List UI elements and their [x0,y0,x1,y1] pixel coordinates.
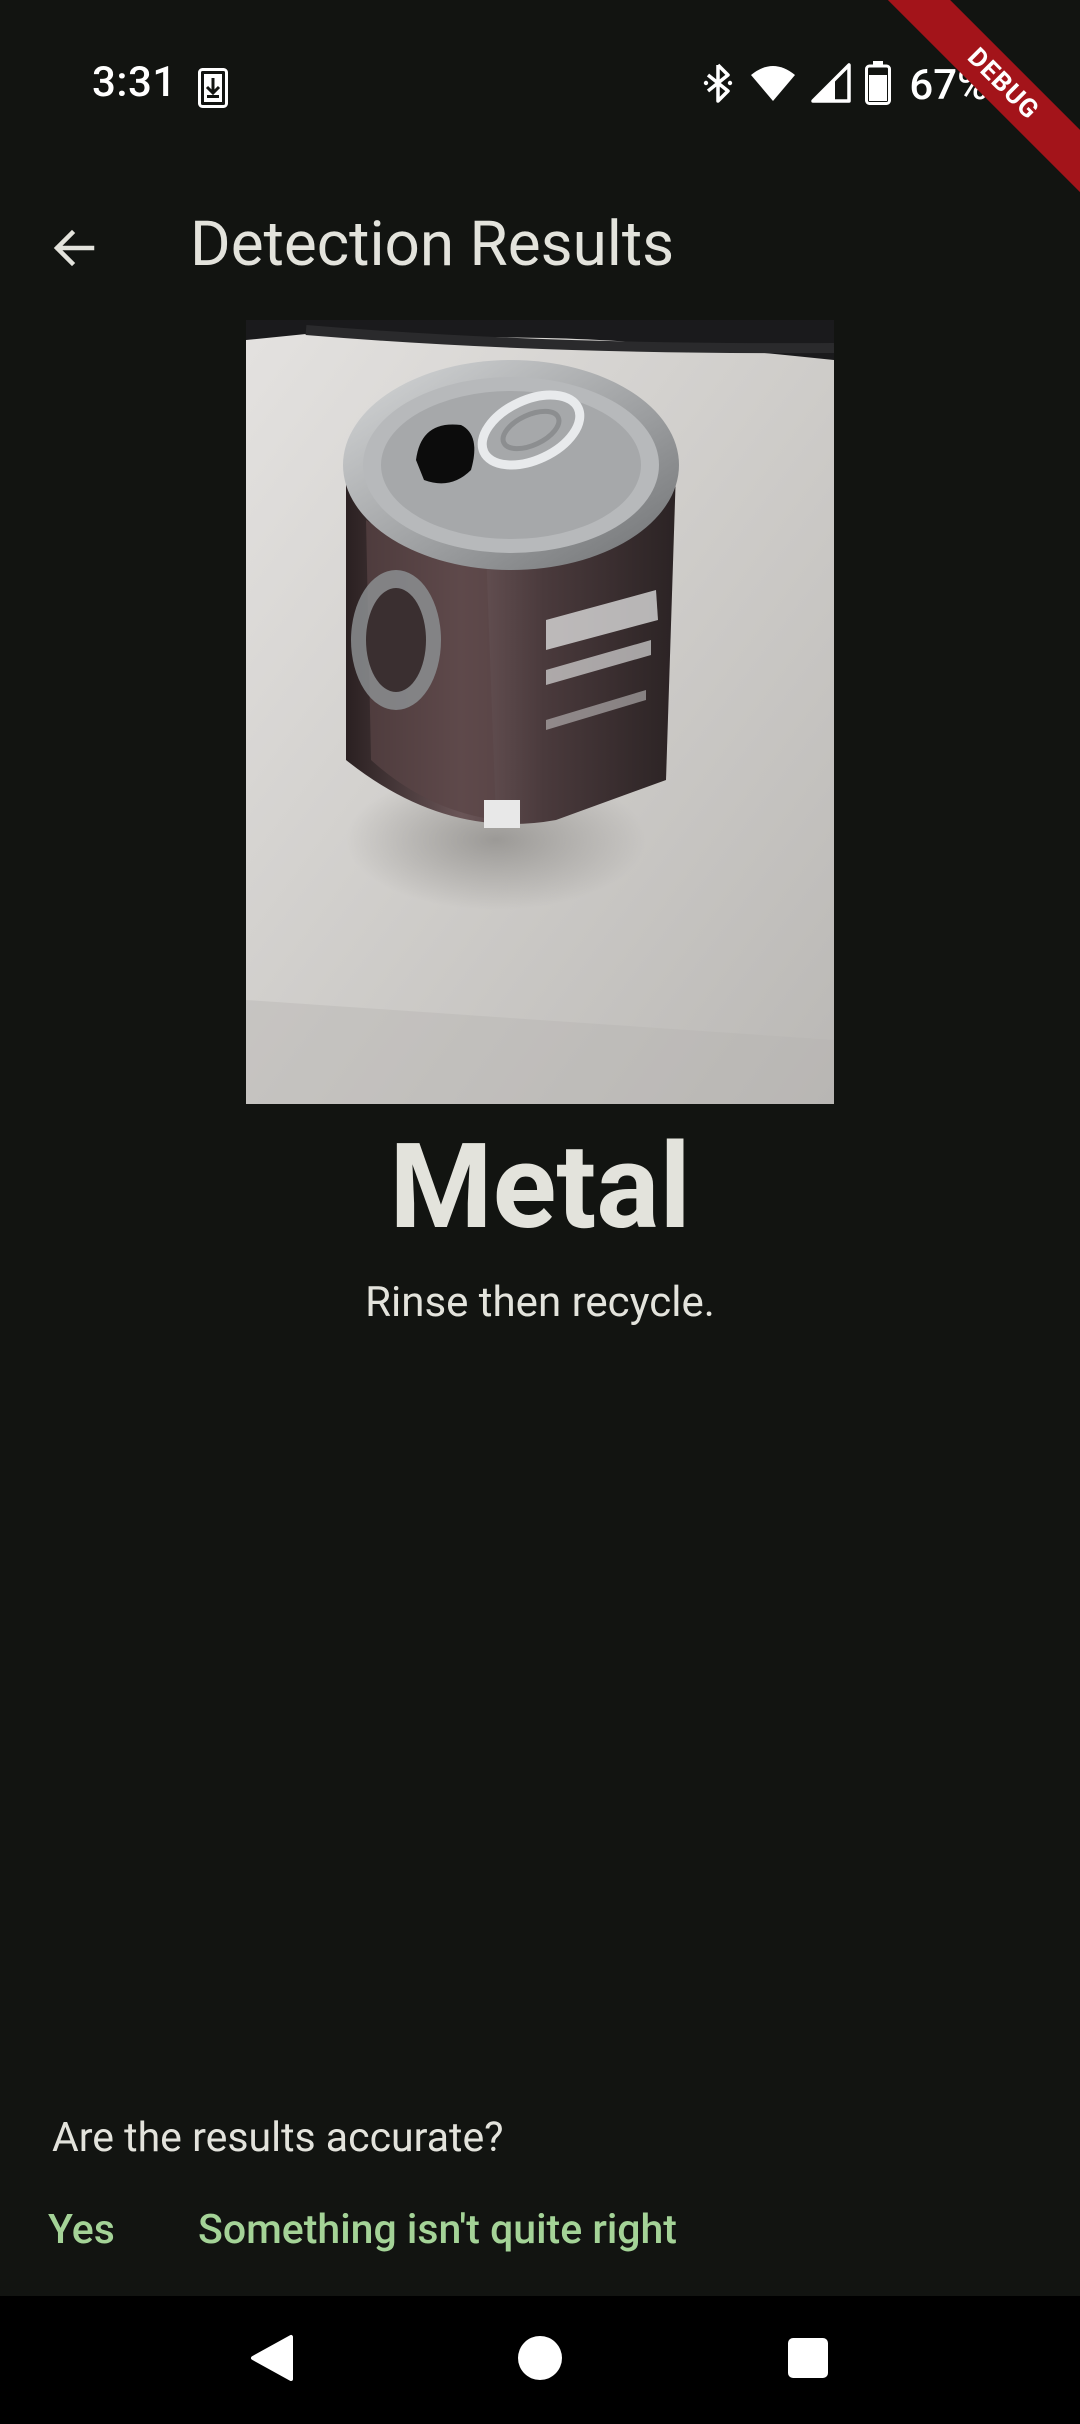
bluetooth-icon [701,61,735,109]
status-icons: 67% [701,60,988,110]
status-bar: 3:31 67% DEBUG [0,0,1080,217]
result-category: Metal [389,1118,691,1256]
detected-photo [246,320,834,1104]
system-navigation-bar [0,2296,1080,2424]
result-instruction: Rinse then recycle. [365,1278,715,1327]
status-time: 3:31 [92,58,177,107]
feedback-not-right-button[interactable]: Something isn't quite right [198,2206,677,2254]
wifi-icon [749,63,797,107]
feedback-question: Are the results accurate? [52,2114,504,2162]
nav-home-button[interactable] [510,2330,570,2390]
download-icon [198,68,228,108]
square-recents-icon [786,2336,830,2384]
arrow-back-icon [50,224,98,276]
battery-icon [865,61,892,109]
nav-recents-button[interactable] [778,2330,838,2390]
back-button[interactable] [38,214,110,286]
feedback-yes-button[interactable]: Yes [48,2206,115,2254]
screen: 3:31 67% DEBUG Detection Results Metal R… [0,0,1080,2424]
app-bar: Detection Results [0,176,1080,316]
triangle-back-icon [249,2333,295,2387]
signal-icon [811,63,852,107]
circle-home-icon [516,2334,564,2386]
page-title: Detection Results [190,208,675,281]
nav-back-button[interactable] [242,2330,302,2390]
